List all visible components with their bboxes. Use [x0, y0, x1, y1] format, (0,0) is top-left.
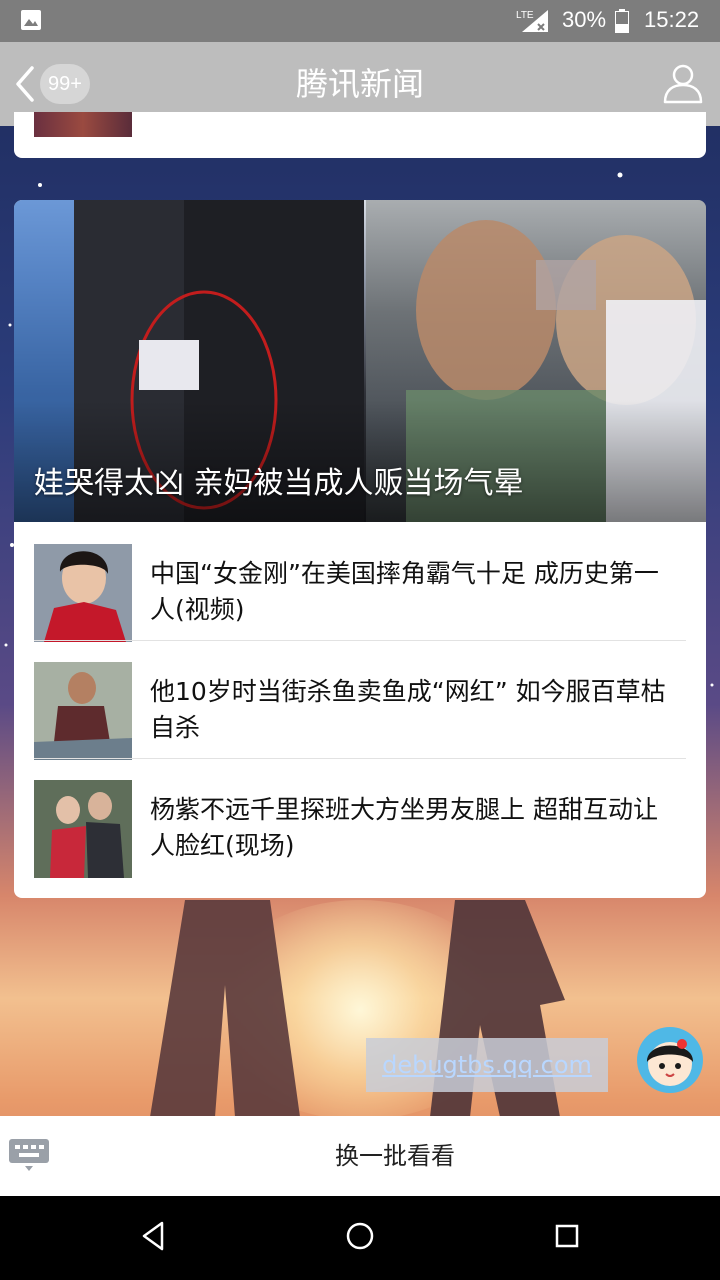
nav-home-icon[interactable]	[346, 1220, 374, 1252]
back-arrow-icon[interactable]	[12, 64, 36, 104]
news-title: 他10岁时当街杀鱼卖鱼成“网红” 如今服百草枯自杀	[150, 677, 666, 742]
news-item[interactable]: 中国“女金刚”在美国摔角霸气十足 成历史第一人(视频)	[14, 522, 706, 642]
keyboard-icon[interactable]	[8, 1138, 50, 1172]
status-bar: LTE 30% 15:22	[0, 0, 720, 42]
refresh-batch-button[interactable]: 换一批看看	[0, 1116, 720, 1196]
background-figures	[150, 900, 565, 1117]
battery-percent: 30%	[562, 7, 607, 32]
debug-link[interactable]: debugtbs.qq.com	[366, 1038, 608, 1092]
nav-back-icon[interactable]	[140, 1220, 166, 1252]
lte-signal-icon: LTE	[516, 10, 548, 32]
unread-count-badge[interactable]: 99+	[40, 64, 90, 104]
news-thumbnail	[34, 662, 132, 760]
lte-label: LTE	[516, 10, 534, 21]
hero-news[interactable]: 娃哭得太凶 亲妈被当成人贩当场气晕	[14, 200, 706, 522]
news-item[interactable]: 杨紫不远千里探班大方坐男友腿上 超甜互动让人脸红(现场)	[14, 758, 706, 878]
bottom-toolbar: 换一批看看	[0, 1116, 720, 1196]
news-title: 杨紫不远千里探班大方坐男友腿上 超甜互动让人脸红(现场)	[150, 795, 658, 860]
nav-recents-icon[interactable]	[554, 1220, 580, 1252]
system-navigation-bar	[0, 1196, 720, 1280]
news-title: 中国“女金刚”在美国摔角霸气十足 成历史第一人(视频)	[150, 559, 659, 624]
clock: 15:22	[644, 7, 700, 32]
hero-caption: 娃哭得太凶 亲妈被当成人贩当场气晕	[34, 466, 524, 501]
image-notification-icon	[21, 10, 41, 30]
news-thumbnail	[34, 780, 132, 878]
news-thumbnail	[34, 544, 132, 642]
previous-news-card[interactable]	[14, 112, 706, 158]
news-item[interactable]: 他10岁时当街杀鱼卖鱼成“网红” 如今服百草枯自杀	[14, 640, 706, 760]
user-profile-icon[interactable]	[662, 62, 704, 104]
news-card: 娃哭得太凶 亲妈被当成人贩当场气晕 中国“女金刚”在美国摔角霸气十足 成历史第一…	[14, 200, 706, 898]
assistant-avatar-icon[interactable]	[636, 1026, 704, 1094]
battery-icon	[615, 9, 629, 33]
previous-news-thumbnail	[34, 112, 132, 137]
